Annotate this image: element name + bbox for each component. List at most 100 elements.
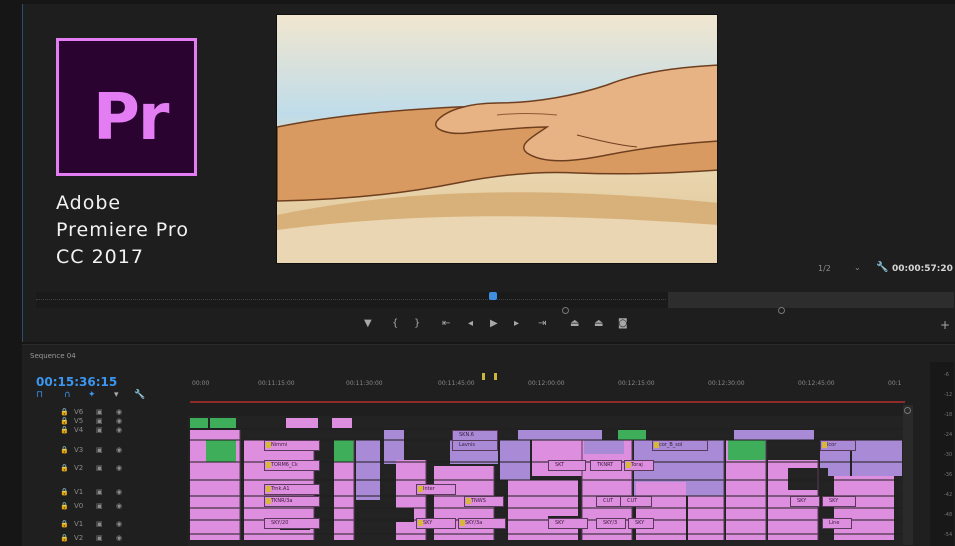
step-back-icon[interactable]: ◂ [468, 318, 473, 329]
clip[interactable]: Nimmi [264, 440, 320, 451]
work-area-range[interactable] [668, 292, 954, 308]
lock-icon[interactable]: 🔒 [60, 408, 69, 416]
sequence-tab[interactable]: Sequence 04 [30, 352, 76, 360]
scroll-handle[interactable] [904, 407, 911, 414]
add-marker-icon[interactable]: ✦ [88, 390, 96, 400]
clip[interactable]: Inter [416, 484, 456, 495]
lock-icon[interactable]: 🔒 [60, 417, 69, 425]
clip[interactable]: Trnk.A1 [264, 484, 320, 495]
in-point-handle[interactable] [562, 307, 569, 314]
clip[interactable]: SKY/3 [596, 518, 626, 529]
snap-icon[interactable]: ⊓ [36, 390, 43, 400]
clip[interactable]: SKY [822, 496, 856, 507]
clip[interactable]: Line [822, 518, 852, 529]
track-name: V1 [74, 488, 84, 496]
clip[interactable]: SKY [790, 496, 820, 507]
clip-label: Inter [423, 486, 435, 492]
in-point-icon[interactable]: { [392, 318, 398, 329]
clip[interactable]: SKT [548, 460, 586, 471]
clip[interactable]: TORM6_Ck [264, 460, 320, 471]
lift-icon[interactable]: ⏏ [570, 318, 579, 329]
lock-icon[interactable]: 🔒 [60, 534, 69, 542]
add-button[interactable]: + [940, 318, 950, 332]
meter-label: -42 [944, 492, 953, 498]
clip[interactable]: lcor [820, 440, 856, 451]
extract-icon[interactable]: ⏏ [594, 318, 603, 329]
program-video-frame [276, 14, 718, 264]
clip-label: SKY [555, 520, 565, 526]
linked-selection-icon[interactable]: ∩ [64, 390, 71, 400]
timeline-ruler[interactable]: 00:00 00:11:15:00 00:11:30:00 00:11:45:0… [190, 380, 905, 402]
clip-label: SKY [797, 498, 807, 504]
clip[interactable]: SKY [416, 518, 456, 529]
sync-icon[interactable]: ▣ [96, 408, 103, 416]
go-to-out-icon[interactable]: ⇥ [538, 318, 546, 329]
clip[interactable]: SKY [628, 518, 654, 529]
timeline-vertical-scrollbar[interactable] [903, 405, 913, 545]
marker-icon[interactable]: ▼ [364, 318, 372, 329]
zoom-level-select[interactable]: 1/2 [818, 264, 831, 273]
lock-icon[interactable]: 🔒 [60, 520, 69, 528]
render-bar [190, 401, 905, 403]
chevron-down-icon[interactable]: ⌄ [854, 263, 861, 272]
ruler-tick: 00:12:30:00 [708, 380, 745, 387]
track-header[interactable]: 🔒 V3 ▣ ◉ [56, 446, 136, 456]
sync-icon[interactable]: ▣ [96, 464, 103, 472]
clip-label: cor_B_sol [659, 442, 683, 448]
sync-icon[interactable]: ▣ [96, 446, 103, 454]
wrench-icon[interactable]: 🔧 [134, 390, 145, 400]
eye-icon[interactable]: ◉ [116, 426, 122, 434]
eye-icon[interactable]: ◉ [116, 417, 122, 425]
sync-icon[interactable]: ▣ [96, 534, 103, 542]
out-point-icon[interactable]: } [414, 318, 420, 329]
sync-icon[interactable]: ▣ [96, 520, 103, 528]
marker-icon[interactable]: ▾ [114, 390, 119, 400]
go-to-in-icon[interactable]: ⇤ [442, 318, 450, 329]
track-header[interactable]: 🔒 V4 ▣ ◉ [56, 426, 136, 436]
wrench-icon[interactable]: 🔧 [876, 262, 888, 273]
timeline-marker[interactable] [482, 373, 485, 380]
track-header[interactable]: 🔒 V1 ▣ ◉ [56, 488, 136, 498]
lock-icon[interactable]: 🔒 [60, 502, 69, 510]
clip-label: SKY/3 [603, 520, 618, 526]
eye-icon[interactable]: ◉ [116, 446, 122, 454]
track-header[interactable]: 🔒 V2 ▣ ◉ [56, 464, 136, 474]
eye-icon[interactable]: ◉ [116, 488, 122, 496]
play-icon[interactable]: ▶ [490, 318, 498, 329]
clip[interactable]: TKNR/3a [264, 496, 320, 507]
track-header[interactable]: 🔒 V2 ▣ ◉ [56, 534, 136, 544]
clip[interactable]: SKY/20 [264, 518, 320, 529]
clip[interactable]: SKY/3a [458, 518, 506, 529]
clip[interactable]: TKNRT [590, 460, 622, 471]
clip[interactable]: Toraj [624, 460, 654, 471]
clip[interactable]: Lavnis [452, 440, 498, 451]
eye-icon[interactable]: ◉ [116, 464, 122, 472]
timeline-timecode[interactable]: 00:15:36:15 [36, 375, 117, 389]
clip[interactable]: SKY [548, 518, 588, 529]
step-forward-icon[interactable]: ▸ [514, 318, 519, 329]
timeline-marker[interactable] [494, 373, 497, 380]
sync-icon[interactable]: ▣ [96, 426, 103, 434]
eye-icon[interactable]: ◉ [116, 502, 122, 510]
lock-icon[interactable]: 🔒 [60, 464, 69, 472]
sync-icon[interactable]: ▣ [96, 488, 103, 496]
eye-icon[interactable]: ◉ [116, 534, 122, 542]
track-header[interactable]: 🔒 V1 ▣ ◉ [56, 520, 136, 530]
track-header[interactable]: 🔒 V0 ▣ ◉ [56, 502, 136, 512]
program-playhead[interactable] [489, 292, 497, 300]
clip[interactable]: cor_B_sol [652, 440, 708, 451]
eye-icon[interactable]: ◉ [116, 520, 122, 528]
program-timecode: 00:00:57:20 [892, 264, 953, 274]
lock-icon[interactable]: 🔒 [60, 488, 69, 496]
sync-icon[interactable]: ▣ [96, 502, 103, 510]
clip[interactable]: CUT [620, 496, 652, 507]
eye-icon[interactable]: ◉ [116, 408, 122, 416]
sync-icon[interactable]: ▣ [96, 417, 103, 425]
meter-label: -54 [944, 532, 953, 538]
lock-icon[interactable]: 🔒 [60, 426, 69, 434]
camera-icon[interactable]: ◙ [618, 318, 628, 329]
out-point-handle[interactable] [778, 307, 785, 314]
clip[interactable]: TNWS [464, 496, 504, 507]
ruler-tick: 00:12:15:00 [618, 380, 655, 387]
lock-icon[interactable]: 🔒 [60, 446, 69, 454]
